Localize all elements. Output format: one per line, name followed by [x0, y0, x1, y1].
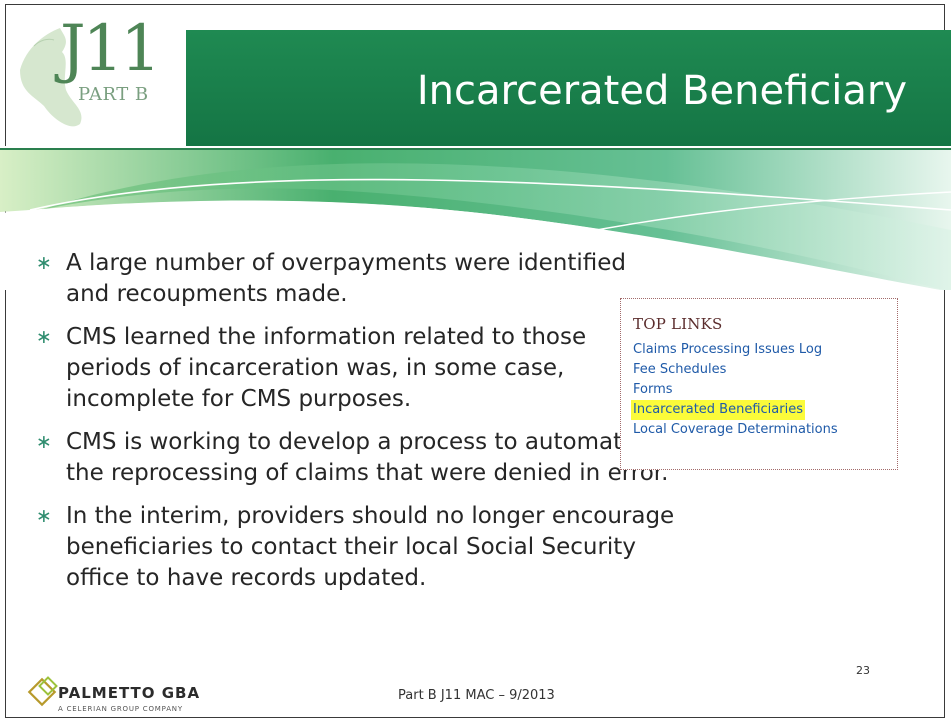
top-links-box: TOP LINKS Claims Processing Issues Log F…	[620, 298, 898, 470]
bullet-star-icon: ∗	[36, 326, 52, 348]
slide: J11 PART B Incarcerated Beneficiary ∗ A …	[0, 0, 951, 722]
link-local-coverage-determinations[interactable]: Local Coverage Determinations	[633, 420, 838, 440]
link-incarcerated-beneficiaries[interactable]: Incarcerated Beneficiaries	[631, 400, 805, 420]
bullet-star-icon: ∗	[36, 252, 52, 274]
bullet-list: ∗ A large number of overpayments were id…	[36, 248, 676, 606]
bullet-item: ∗ CMS is working to develop a process to…	[36, 427, 676, 489]
top-links-heading: TOP LINKS	[633, 315, 723, 333]
bullet-text: CMS learned the information related to t…	[66, 324, 587, 412]
bullet-text: CMS is working to develop a process to a…	[66, 429, 669, 486]
link-claims-processing-issues-log[interactable]: Claims Processing Issues Log	[633, 340, 822, 360]
slide-title: Incarcerated Beneficiary	[416, 68, 907, 114]
footer-company-name: PALMETTO GBA	[58, 684, 201, 702]
bullet-star-icon: ∗	[36, 431, 52, 453]
logo-j11: J11	[60, 12, 161, 86]
link-fee-schedules[interactable]: Fee Schedules	[633, 360, 726, 380]
bullet-item: ∗ CMS learned the information related to…	[36, 322, 676, 415]
logo-part-b: PART B	[78, 84, 149, 105]
footer-company-sub: A CELERIAN GROUP COMPANY	[58, 705, 183, 713]
footer-center-text: Part B J11 MAC – 9/2013	[398, 688, 555, 703]
bullet-star-icon: ∗	[36, 505, 52, 527]
bullet-item: ∗ In the interim, providers should no lo…	[36, 501, 676, 594]
bullet-text: A large number of overpayments were iden…	[66, 250, 626, 307]
bullet-item: ∗ A large number of overpayments were id…	[36, 248, 676, 310]
link-forms[interactable]: Forms	[633, 380, 673, 400]
bullet-text: In the interim, providers should no long…	[66, 503, 675, 591]
slide-number: 23	[856, 664, 870, 677]
